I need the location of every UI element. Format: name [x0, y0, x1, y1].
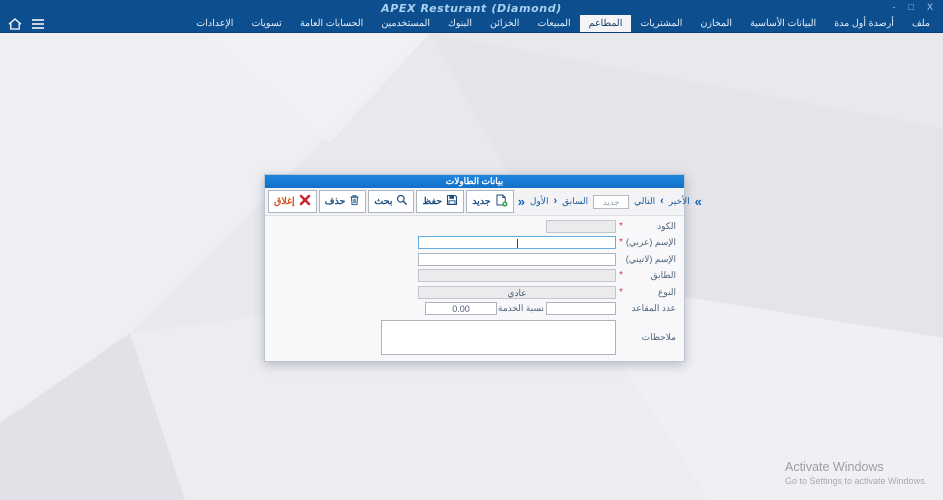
new-button[interactable]: جديد — [466, 190, 514, 213]
hamburger-menu-icon[interactable] — [31, 17, 46, 30]
required-asterisk: * — [616, 271, 626, 281]
dialog-title: بيانات الطاولات — [265, 175, 684, 188]
close-button-label: إغلاق — [274, 196, 295, 207]
service-pct-value: 0.00 — [426, 303, 496, 315]
menu-item-opening-balances[interactable]: أرصدة أول مدة — [825, 15, 903, 32]
save-button[interactable]: حفظ — [416, 190, 464, 213]
close-x-icon — [299, 194, 311, 209]
dialog-toolbar: إغلاق حذف بحث حفظ — [265, 188, 684, 216]
menu-item-restaurants[interactable]: المطاعم — [580, 15, 632, 32]
form-row-code: الكود * — [273, 220, 676, 233]
toolbar-buttons: إغلاق حذف بحث حفظ — [268, 190, 514, 213]
nav-last-icon[interactable]: « — [695, 195, 702, 208]
service-pct-field[interactable]: 0.00 — [425, 302, 497, 315]
current-record-box[interactable]: جديد — [593, 195, 629, 209]
home-icon[interactable] — [8, 17, 23, 30]
menu-item-purchases[interactable]: المشتريات — [631, 15, 691, 32]
name-latin-label: الإسم (لاتيني) — [626, 254, 676, 265]
menu-item-users[interactable]: المستخدمين — [372, 15, 439, 32]
form-row-seats: عدد المقاعد * نسبة الخدمة 0.00 — [273, 302, 676, 315]
watermark-line1: Activate Windows — [785, 460, 927, 474]
nav-last-label[interactable]: الأخير — [669, 196, 690, 207]
notes-label: ملاحظات — [626, 332, 676, 343]
menu-item-file[interactable]: ملف — [903, 15, 939, 32]
trash-icon — [349, 194, 360, 209]
search-button-label: بحث — [374, 196, 392, 207]
form-row-type: النوع * عادي — [273, 286, 676, 299]
table-form: الكود * الإسم (عربي) * الإسم (لاتيني) * … — [265, 216, 684, 362]
delete-button[interactable]: حذف — [319, 190, 367, 213]
app-title-bar: APEX Resturant (Diamond) - □ X ملفأرصدة … — [0, 0, 943, 33]
activate-windows-watermark: Activate Windows Go to Settings to activ… — [785, 460, 927, 486]
code-field — [546, 220, 616, 233]
form-row-name-latin: الإسم (لاتيني) * — [273, 253, 676, 266]
new-document-icon — [495, 194, 508, 210]
floor-field — [418, 269, 616, 282]
menu-item-sales[interactable]: المبيعات — [528, 15, 579, 32]
app-title: APEX Resturant (Diamond) — [0, 2, 943, 15]
code-label: الكود — [626, 221, 676, 232]
save-button-label: حفظ — [422, 196, 442, 207]
menu-item-general-accounts[interactable]: الحسابات العامة — [291, 15, 372, 32]
search-button[interactable]: بحث — [368, 190, 414, 213]
menu-item-warehouses[interactable]: المخازن — [691, 15, 741, 32]
menu-item-adjustments[interactable]: تسويات — [242, 15, 291, 32]
text-caret — [517, 239, 518, 248]
nav-next-icon[interactable]: ‹ — [660, 195, 664, 208]
required-asterisk: * — [616, 238, 626, 248]
form-row-name-arabic: الإسم (عربي) * — [273, 236, 676, 249]
floor-label: الطابق — [626, 270, 676, 281]
type-value: عادي — [419, 287, 615, 299]
nav-corner-icons — [8, 17, 46, 30]
nav-previous-label[interactable]: السابق — [562, 196, 588, 207]
close-window-button[interactable]: X — [927, 2, 933, 12]
menu-item-safes[interactable]: الخزائن — [481, 15, 528, 32]
required-asterisk: * — [616, 288, 626, 298]
menu-item-banks[interactable]: البنوك — [439, 15, 481, 32]
nav-first-icon[interactable]: » — [518, 195, 525, 208]
service-pct-label: نسبة الخدمة — [499, 303, 544, 314]
close-button[interactable]: إغلاق — [268, 190, 317, 213]
nav-first-label[interactable]: الأول — [530, 196, 549, 207]
name-latin-field[interactable] — [418, 253, 616, 266]
form-row-floor: الطابق * — [273, 269, 676, 282]
record-navigator: » الأول › السابق جديد التالي ‹ الأخير « — [514, 195, 702, 209]
seats-field[interactable] — [546, 302, 616, 315]
name-arabic-field[interactable] — [418, 236, 616, 249]
minimize-button[interactable]: - — [893, 2, 896, 12]
delete-button-label: حذف — [325, 196, 346, 207]
name-arabic-label: الإسم (عربي) — [626, 237, 676, 248]
new-button-label: جديد — [472, 196, 491, 207]
watermark-line2: Go to Settings to activate Windows. — [785, 476, 927, 486]
seats-label: عدد المقاعد — [626, 303, 676, 314]
nav-next-label[interactable]: التالي — [634, 196, 655, 207]
type-label: النوع — [626, 287, 676, 298]
type-field: عادي — [418, 286, 616, 299]
menu-item-settings[interactable]: الإعدادات — [187, 15, 242, 32]
form-row-notes: ملاحظات * — [273, 320, 676, 355]
menu-items: ملفأرصدة أول مدةالبيانات الأساسيةالمخازن… — [46, 15, 939, 32]
nav-previous-icon[interactable]: › — [553, 195, 557, 208]
magnifier-icon — [396, 194, 408, 209]
save-floppy-icon — [446, 194, 458, 209]
tables-data-dialog: بيانات الطاولات إغلاق حذف بحث — [264, 174, 685, 362]
required-asterisk: * — [616, 222, 626, 232]
window-controls: - □ X — [893, 2, 933, 12]
notes-textarea[interactable] — [381, 320, 616, 355]
maximize-button[interactable]: □ — [909, 2, 914, 12]
menu-item-basic-data[interactable]: البيانات الأساسية — [741, 15, 825, 32]
